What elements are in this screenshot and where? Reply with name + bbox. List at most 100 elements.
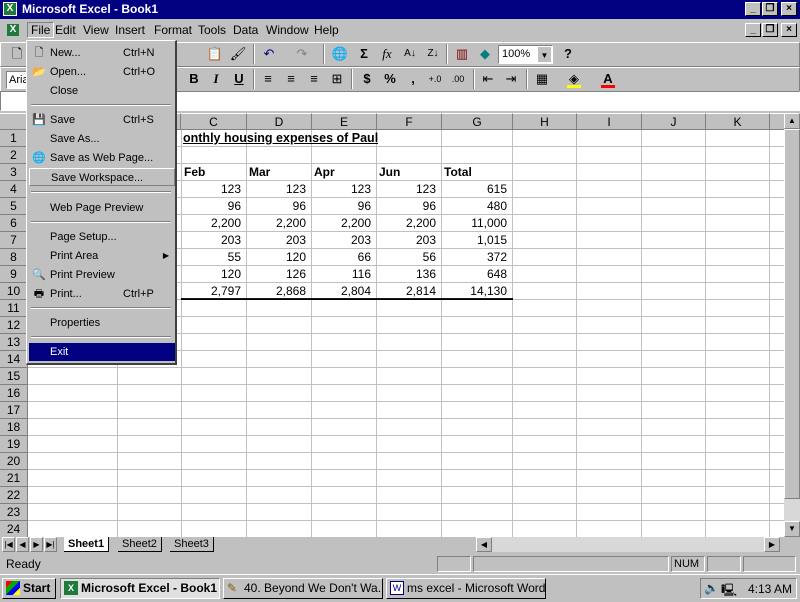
paste-icon[interactable]: 📋 <box>204 43 226 65</box>
align-right-icon[interactable]: ≡ <box>303 68 325 90</box>
fill-color-icon[interactable]: ◈ <box>563 68 585 90</box>
tab-sheet1[interactable]: Sheet1 <box>64 537 110 552</box>
menu-item-save-as[interactable]: Save As... <box>29 130 175 148</box>
menu-item-properties[interactable]: Properties <box>29 314 175 332</box>
data-cell[interactable]: 120 <box>181 266 247 283</box>
menu-item-save[interactable]: 💾 Save Ctrl+S <box>29 111 175 129</box>
align-left-icon[interactable]: ≡ <box>257 68 279 90</box>
increase-decimal-icon[interactable]: +.0 <box>424 68 446 90</box>
row-header[interactable]: 5 <box>0 198 28 215</box>
column-header-d[interactable]: D <box>247 113 312 130</box>
prev-sheet-icon[interactable]: ◀ <box>16 537 29 552</box>
row-header[interactable]: 18 <box>0 419 28 436</box>
horizontal-scrollbar[interactable] <box>492 537 764 552</box>
row-header[interactable]: 10 <box>0 283 28 300</box>
column-header-h[interactable]: H <box>513 113 577 130</box>
menu-file[interactable]: File <box>27 22 55 38</box>
excel-app-icon[interactable]: X <box>3 2 17 16</box>
help-icon[interactable]: ? <box>557 43 579 65</box>
row-header[interactable]: 19 <box>0 436 28 453</box>
increase-indent-icon[interactable]: ⇥ <box>500 68 522 90</box>
borders-icon[interactable]: ▦ <box>531 68 553 90</box>
new-icon[interactable]: 🗋 <box>6 43 28 65</box>
menu-format[interactable]: Format <box>154 23 192 37</box>
next-sheet-icon[interactable]: ▶ <box>30 537 43 552</box>
data-cell[interactable]: 55 <box>181 249 247 266</box>
row-header[interactable]: 20 <box>0 453 28 470</box>
drawing-icon[interactable]: ◆ <box>474 43 496 65</box>
data-cell[interactable]: 203 <box>311 232 377 249</box>
format-painter-icon[interactable]: 🖌 <box>227 43 249 65</box>
menu-edit[interactable]: Edit <box>55 23 76 37</box>
row-header[interactable]: 4 <box>0 181 28 198</box>
column-label-cell[interactable]: Total <box>441 164 513 181</box>
row-header[interactable]: 6 <box>0 215 28 232</box>
hscroll-left-icon[interactable]: ◀ <box>476 537 492 552</box>
close-button[interactable]: × <box>781 2 797 16</box>
menu-tools[interactable]: Tools <box>198 23 226 37</box>
formula-bar[interactable] <box>176 91 800 111</box>
select-all-corner[interactable] <box>0 113 28 130</box>
autosum-icon[interactable]: Σ <box>353 43 375 65</box>
row-header[interactable]: 7 <box>0 232 28 249</box>
scroll-thumb[interactable] <box>784 129 800 499</box>
menu-item-save-web[interactable]: 🌐 Save as Web Page... <box>29 149 175 167</box>
data-cell[interactable]: 2,200 <box>181 215 247 232</box>
scroll-down-icon[interactable]: ▼ <box>784 521 800 537</box>
tab-sheet2[interactable]: Sheet2 <box>118 537 162 552</box>
underline-icon[interactable]: U <box>228 68 250 90</box>
hyperlink-icon[interactable]: 🌐 <box>329 43 351 65</box>
column-header-g[interactable]: G <box>442 113 513 130</box>
workbook-icon[interactable]: X <box>6 23 20 37</box>
data-cell[interactable]: 203 <box>246 232 312 249</box>
row-header[interactable]: 11 <box>0 300 28 317</box>
align-center-icon[interactable]: ≡ <box>280 68 302 90</box>
row-header[interactable]: 24 <box>0 521 28 537</box>
data-cell[interactable]: 203 <box>376 232 442 249</box>
column-header-c[interactable]: C <box>181 113 247 130</box>
column-header-f[interactable]: F <box>377 113 442 130</box>
hscroll-right-icon[interactable]: ▶ <box>764 537 780 552</box>
task-media[interactable]: ✎ 40. Beyond We Don't Wa... <box>223 578 383 599</box>
column-label-cell[interactable]: Feb <box>181 164 247 181</box>
task-word[interactable]: W ms excel - Microsoft Word <box>386 578 546 599</box>
menu-item-page-setup[interactable]: Page Setup... <box>29 228 175 246</box>
decrease-decimal-icon[interactable]: .00 <box>447 68 469 90</box>
data-cell[interactable]: 123 <box>181 181 247 198</box>
menu-window[interactable]: Window <box>266 23 309 37</box>
sort-descending-icon[interactable]: Z↓ <box>422 43 444 65</box>
doc-minimize-button[interactable]: _ <box>745 23 761 37</box>
data-cell[interactable]: 480 <box>441 198 513 215</box>
row-header[interactable]: 16 <box>0 385 28 402</box>
column-header-i[interactable]: I <box>577 113 642 130</box>
data-cell[interactable]: 96 <box>181 198 247 215</box>
menu-item-open[interactable]: 📂 Open... Ctrl+O <box>29 63 175 81</box>
data-cell[interactable]: 123 <box>376 181 442 198</box>
start-button[interactable]: Start <box>2 578 56 599</box>
decrease-indent-icon[interactable]: ⇤ <box>477 68 499 90</box>
data-cell[interactable]: 11,000 <box>441 215 513 232</box>
menu-item-close[interactable]: Close <box>29 82 175 100</box>
row-header[interactable]: 17 <box>0 402 28 419</box>
data-cell[interactable]: 66 <box>311 249 377 266</box>
column-label-cell[interactable]: Apr <box>311 164 377 181</box>
data-cell[interactable]: 120 <box>246 249 312 266</box>
menu-item-print-area[interactable]: Print Area ▶ <box>29 247 175 265</box>
column-label-cell[interactable]: Mar <box>246 164 312 181</box>
comma-icon[interactable]: , <box>402 68 424 90</box>
last-sheet-icon[interactable]: ▶| <box>44 537 57 552</box>
doc-close-button[interactable]: × <box>781 23 797 37</box>
column-header-j[interactable]: J <box>642 113 706 130</box>
speaker-icon[interactable]: 🔈 <box>704 581 719 595</box>
data-cell[interactable]: 2,200 <box>311 215 377 232</box>
row-header[interactable]: 12 <box>0 317 28 334</box>
data-cell[interactable]: 2,200 <box>246 215 312 232</box>
data-cell[interactable]: 1,015 <box>441 232 513 249</box>
data-cell[interactable]: 96 <box>246 198 312 215</box>
network-icon[interactable]: 🖳 <box>721 581 737 602</box>
undo-icon[interactable]: ↶ <box>258 43 280 65</box>
chevron-down-icon[interactable]: ▼ <box>538 47 551 62</box>
data-cell[interactable]: 123 <box>311 181 377 198</box>
data-cell[interactable]: 203 <box>181 232 247 249</box>
column-label-cell[interactable]: Jun <box>376 164 442 181</box>
